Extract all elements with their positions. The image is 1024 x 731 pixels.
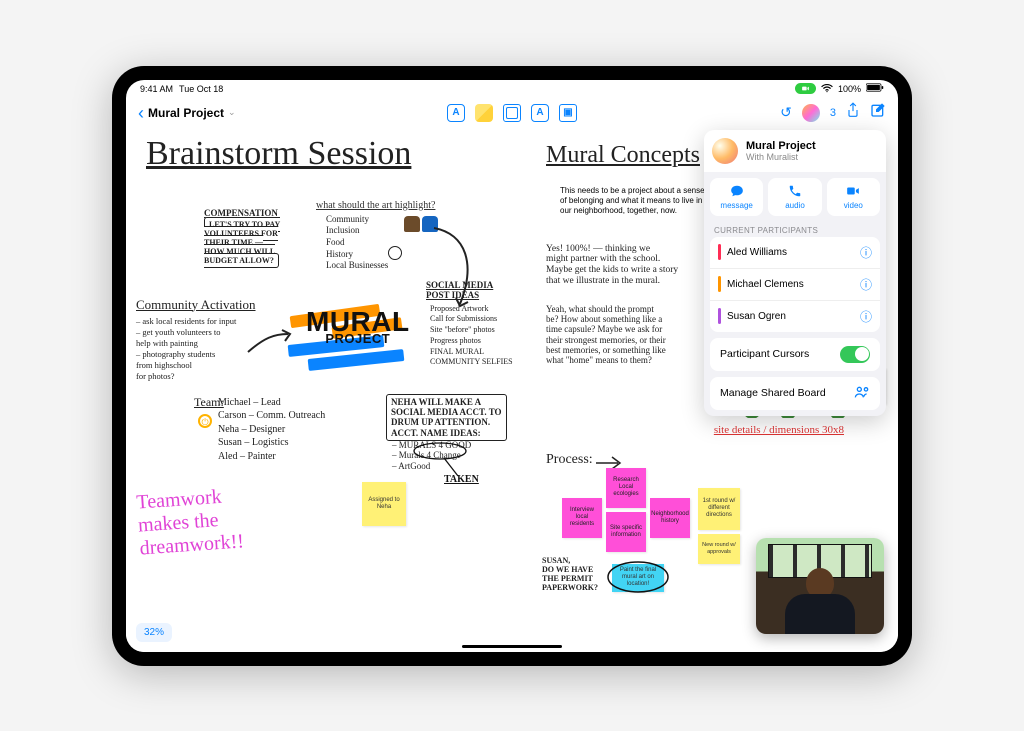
community-label: Community Activation — [136, 298, 256, 313]
back-button[interactable]: ‹ — [138, 104, 144, 122]
highlight-question: what should the art highlight? — [316, 200, 435, 212]
status-time: 9:41 AM — [140, 84, 173, 94]
board-avatar — [712, 138, 738, 164]
panel-header: Mural Project With Muralist — [704, 130, 886, 172]
home-indicator[interactable] — [462, 645, 562, 648]
concept-note-1: Yes! 100%! — thinking we might partner w… — [546, 244, 706, 288]
participants-section-label: CURRENT PARTICIPANTS — [704, 222, 886, 237]
susan-note: SUSAN, DO WE HAVE THE PERMIT PAPERWORK? — [542, 556, 598, 593]
social-label: SOCIAL MEDIA POST IDEAS — [426, 280, 493, 301]
neha-note: NEHA WILL MAKE A SOCIAL MEDIA ACCT. TO D… — [386, 394, 507, 441]
battery-icon — [866, 83, 884, 94]
strike-circle — [412, 442, 472, 478]
concept-note-2: Yeah, what should the prompt be? How abo… — [546, 304, 716, 366]
community-note: – ask local residents for input – get yo… — [136, 316, 236, 382]
info-icon[interactable]: ⓘ — [860, 308, 872, 325]
concepts-body: This needs to be a project about a sense… — [560, 186, 710, 217]
fist-icon-brown — [404, 216, 420, 232]
pen-tool-icon[interactable]: A — [447, 104, 465, 122]
panel-title: Mural Project — [746, 140, 816, 152]
heading-concepts: Mural Concepts — [546, 142, 700, 170]
sticky-interview[interactable]: Interview local residents — [562, 498, 602, 538]
participant-row[interactable]: Susan Ogrenⓘ — [710, 301, 880, 332]
zoom-level[interactable]: 32% — [136, 623, 172, 642]
heading-brainstorm: Brainstorm Session — [146, 134, 411, 173]
video-button[interactable]: video — [827, 178, 880, 216]
status-date: Tue Oct 18 — [179, 84, 223, 94]
highlight-list: Community Inclusion Food History Local B… — [326, 214, 388, 272]
participant-row[interactable]: Michael Clemensⓘ — [710, 269, 880, 301]
screen: 9:41 AM Tue Oct 18 100% ‹ Mural Proje — [126, 80, 898, 652]
board-title[interactable]: Mural Project — [148, 106, 224, 120]
panel-subtitle: With Muralist — [746, 152, 816, 162]
sticky-assigned[interactable]: Assigned to Neha — [362, 482, 406, 526]
cursors-toggle-row[interactable]: Participant Cursors — [710, 338, 880, 371]
share-icon[interactable] — [846, 102, 860, 123]
manage-icon — [854, 385, 870, 402]
teamwork-note: Teamwork makes the dreamwork!! — [136, 484, 245, 560]
process-label: Process: — [546, 452, 593, 468]
info-icon[interactable]: ⓘ — [860, 276, 872, 293]
sticky-tool-icon[interactable] — [475, 104, 493, 122]
audio-button[interactable]: audio — [768, 178, 821, 216]
paint-sticky-circle — [606, 560, 670, 596]
collaborator-count[interactable]: 3 — [830, 107, 836, 119]
text-tool-icon[interactable]: A — [531, 104, 549, 122]
sticky-research[interactable]: Research Local ecologies — [606, 468, 646, 508]
power-icon: ⏻ — [198, 414, 212, 428]
title-chevron-icon[interactable]: ⌄ — [228, 107, 236, 118]
compensation-note: LET'S TRY TO PAY VOLUNTEERS FOR THEIR TI… — [204, 220, 280, 266]
collaboration-panel: Mural Project With Muralist message audi… — [704, 130, 886, 416]
site-details: site details / dimensions 30x8 — [714, 424, 844, 437]
social-list: Proposed Artwork Call for Submissions Si… — [430, 304, 513, 369]
pip-participant — [783, 568, 857, 634]
arrow-to-mural — [244, 328, 294, 358]
info-icon[interactable]: ⓘ — [860, 244, 872, 261]
app-toolbar: ‹ Mural Project ⌄ A A ▣ ↺ 3 — [126, 98, 898, 128]
sticky-round1[interactable]: 1st round w/ different directions — [698, 488, 740, 530]
mural-logo: MURALPROJECT — [306, 310, 410, 345]
sticky-round2[interactable]: New round w/ approvals — [698, 534, 740, 564]
sticky-site[interactable]: Site specific information — [606, 512, 646, 552]
facetime-pip[interactable] — [756, 538, 884, 634]
battery-percent: 100% — [838, 84, 861, 94]
wifi-icon — [821, 83, 833, 95]
team-list: Michael – Lead Carson – Comm. Outreach N… — [218, 396, 325, 464]
participant-row[interactable]: Aled Williamsⓘ — [710, 237, 880, 269]
ipad-frame: 9:41 AM Tue Oct 18 100% ‹ Mural Proje — [112, 66, 912, 666]
sticky-history[interactable]: Neighborhood history — [650, 498, 690, 538]
media-tool-icon[interactable]: ▣ — [559, 104, 577, 122]
globe-icon — [388, 246, 402, 260]
message-button[interactable]: message — [710, 178, 763, 216]
participants-list: Aled Williamsⓘ Michael Clemensⓘ Susan Og… — [710, 237, 880, 332]
undo-icon[interactable]: ↺ — [780, 104, 792, 121]
collaborator-avatar[interactable] — [802, 104, 820, 122]
compose-icon[interactable] — [870, 102, 886, 123]
manage-board-row[interactable]: Manage Shared Board — [710, 377, 880, 410]
shape-tool-icon[interactable] — [503, 104, 521, 122]
status-bar: 9:41 AM Tue Oct 18 100% — [126, 80, 898, 98]
cursors-toggle[interactable] — [840, 346, 870, 363]
active-call-pill[interactable] — [795, 83, 816, 94]
